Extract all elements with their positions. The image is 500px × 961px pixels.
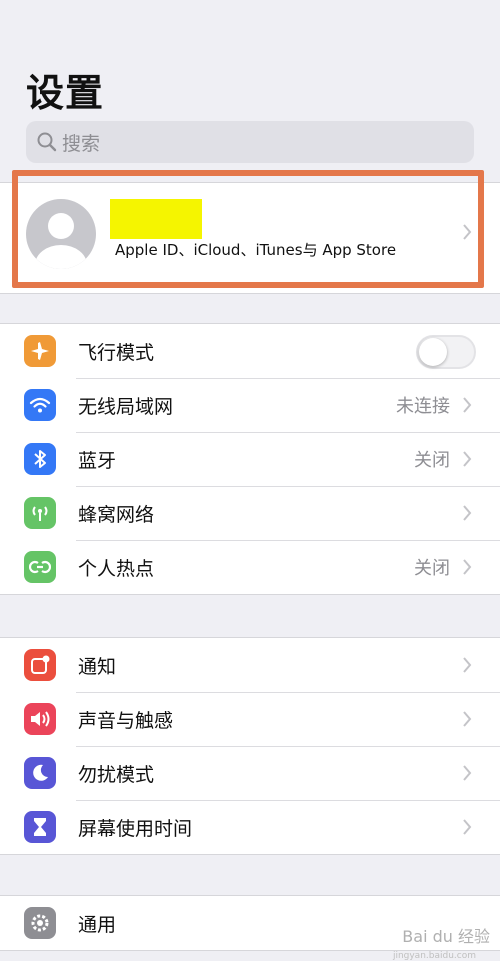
profile-subtitle: Apple ID、iCloud、iTunes与 App Store [115,241,397,259]
row-label: 屏幕使用时间 [78,817,193,840]
row-value: 关闭 [414,558,450,579]
row-airplane-mode[interactable]: 飞行模式 [0,324,500,378]
chevron-right-icon [463,657,472,673]
row-label: 个人热点 [78,557,155,580]
gear-icon [24,907,56,939]
hourglass-icon [24,811,56,843]
row-label: 蜂窝网络 [78,503,155,526]
apple-id-profile-row[interactable]: Apple ID、iCloud、iTunes与 App Store [0,182,500,294]
row-label: 通用 [78,913,117,936]
watermark-url: jingyan.baidu.com [392,951,476,961]
airplane-toggle[interactable] [416,335,476,369]
search-icon [37,132,57,152]
chevron-right-icon [463,765,472,781]
row-label: 勿扰模式 [78,763,155,786]
chevron-right-icon [463,559,472,575]
row-label: 飞行模式 [78,341,155,364]
person-icon [35,213,87,269]
page-title: 设置 [26,71,105,115]
bluetooth-icon [24,443,56,475]
hotspot-icon [24,551,56,583]
row-screen-time[interactable]: 屏幕使用时间 [0,800,500,854]
sounds-icon [24,703,56,735]
search-placeholder: 搜索 [62,132,101,155]
connectivity-group: 飞行模式 无线局域网 未连接 蓝牙 关闭 蜂窝网络 个人热点 关闭 [0,323,500,595]
search-bar[interactable]: 搜索 [26,121,474,163]
row-value: 未连接 [396,396,450,417]
moon-icon [24,757,56,789]
redacted-name [110,199,202,239]
row-cellular[interactable]: 蜂窝网络 [0,486,500,540]
row-bluetooth[interactable]: 蓝牙 关闭 [0,432,500,486]
chevron-right-icon [463,711,472,727]
cellular-icon [24,497,56,529]
row-label: 声音与触感 [78,709,174,732]
alerts-group: 通知 声音与触感 勿扰模式 屏幕使用时间 [0,637,500,855]
row-hotspot[interactable]: 个人热点 关闭 [0,540,500,594]
notifications-icon [24,649,56,681]
row-label: 通知 [78,655,117,678]
row-sounds[interactable]: 声音与触感 [0,692,500,746]
row-notifications[interactable]: 通知 [0,638,500,692]
row-label: 蓝牙 [78,449,117,472]
watermark: Bai du 经验 [402,927,490,946]
avatar [26,199,96,269]
row-label: 无线局域网 [78,395,174,418]
row-wifi[interactable]: 无线局域网 未连接 [0,378,500,432]
chevron-right-icon [463,397,472,413]
row-do-not-disturb[interactable]: 勿扰模式 [0,746,500,800]
row-value: 关闭 [414,450,450,471]
chevron-right-icon [463,451,472,467]
chevron-right-icon [463,819,472,835]
wifi-icon [24,389,56,421]
chevron-right-icon [463,505,472,521]
airplane-icon [24,335,56,367]
chevron-right-icon [463,224,472,240]
